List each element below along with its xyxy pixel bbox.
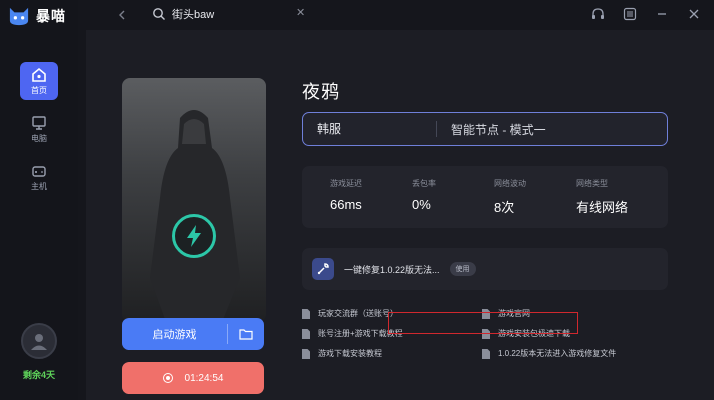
- sidebar-item-label: 首页: [31, 85, 47, 95]
- sidebar-item-home[interactable]: 首页: [20, 62, 58, 100]
- monitor-icon: [32, 115, 46, 130]
- node-selector[interactable]: 韩服 智能节点 - 模式一: [302, 112, 668, 146]
- document-icon: [302, 328, 310, 339]
- sidebar-item-label: 主机: [31, 181, 47, 191]
- start-game-button[interactable]: 启动游戏: [122, 318, 227, 350]
- document-icon: [302, 308, 310, 319]
- link-text: 1.0.22版本无法进入游戏修复文件: [498, 349, 617, 358]
- stat-label: 游戏延迟: [330, 179, 362, 188]
- game-cover: [122, 78, 266, 322]
- stat-value: 8次: [494, 200, 515, 215]
- record-icon: [162, 373, 173, 383]
- stat-latency: 游戏延迟 66ms: [330, 178, 412, 228]
- sidebar-item-label: 电脑: [31, 133, 47, 143]
- user-icon: [31, 334, 47, 350]
- minimize-icon[interactable]: [654, 6, 670, 22]
- stat-value: 66ms: [330, 197, 362, 212]
- link-item[interactable]: 玩家交流群（送账号）: [302, 308, 398, 319]
- region-label: 韩服: [303, 121, 437, 137]
- stat-label: 丢包率: [412, 179, 436, 188]
- chevron-left-icon: [119, 10, 125, 20]
- lightning-icon: [172, 214, 216, 258]
- stat-label: 网络波动: [494, 179, 526, 188]
- remaining-days: 剩余4天: [22, 370, 55, 380]
- start-group: 启动游戏: [122, 318, 264, 350]
- link-item[interactable]: 游戏下载安装教程: [302, 348, 382, 359]
- cover-art: [150, 110, 240, 322]
- back-button[interactable]: [114, 7, 130, 23]
- timer-text: 01:24:54: [184, 372, 224, 384]
- home-icon: [32, 67, 46, 82]
- stats-panel: 游戏延迟 66ms 丢包率 0% 网络波动 8次 网络类型 有线网络: [302, 166, 668, 228]
- fix-text: 一键修复1.0.22版无法...: [344, 264, 440, 275]
- one-click-fix-banner[interactable]: 一键修复1.0.22版无法... 使用: [302, 248, 668, 290]
- sidebar-item-console[interactable]: 主机: [20, 158, 58, 196]
- main-panel: 启动游戏 01:24:54 夜鸦 韩服 智能节点 - 模式一 游戏延迟 66ms…: [86, 30, 714, 400]
- menu-icon[interactable]: [622, 6, 638, 22]
- link-text: 游戏下载安装教程: [318, 349, 382, 358]
- document-icon: [302, 348, 310, 359]
- folder-button[interactable]: [228, 318, 264, 350]
- avatar[interactable]: [21, 323, 57, 359]
- top-bar: ✕: [78, 0, 714, 30]
- folder-icon: [239, 329, 253, 340]
- node-mode-label: 智能节点 - 模式一: [451, 122, 546, 137]
- link-item[interactable]: 1.0.22版本无法进入游戏修复文件: [482, 348, 616, 359]
- highlight-box: [388, 312, 578, 334]
- sidebar: 暴喵 首页 电脑 主机 剩余4天: [0, 0, 78, 400]
- window-controls: [590, 6, 702, 22]
- stat-label: 网络类型: [576, 179, 608, 188]
- stat-value: 0%: [412, 197, 431, 212]
- headset-icon[interactable]: [590, 6, 606, 22]
- stat-value: 有线网络: [576, 200, 629, 215]
- sidebar-item-pc[interactable]: 电脑: [20, 110, 58, 148]
- search-input[interactable]: [172, 8, 292, 20]
- link-text: 玩家交流群（送账号）: [318, 309, 398, 318]
- gamepad-icon: [32, 165, 46, 177]
- sidebar-nav: 首页 电脑 主机: [0, 62, 78, 206]
- search-bar: [148, 3, 308, 25]
- stat-network-type: 网络类型 有线网络: [576, 178, 658, 228]
- stat-fluctuation: 网络波动 8次: [494, 178, 576, 228]
- stop-timer-button[interactable]: 01:24:54: [122, 362, 264, 394]
- wrench-icon: [312, 258, 334, 280]
- close-icon[interactable]: [686, 6, 702, 22]
- search-icon: [153, 8, 165, 20]
- clear-icon[interactable]: ✕: [296, 6, 305, 19]
- game-title: 夜鸦: [302, 82, 340, 102]
- use-button[interactable]: 使用: [449, 262, 476, 276]
- brand: 暴喵: [8, 6, 66, 26]
- stat-packet-loss: 丢包率 0%: [412, 178, 494, 228]
- cat-logo-icon: [9, 7, 29, 26]
- app-name: 暴喵: [36, 8, 66, 24]
- document-icon: [482, 348, 490, 359]
